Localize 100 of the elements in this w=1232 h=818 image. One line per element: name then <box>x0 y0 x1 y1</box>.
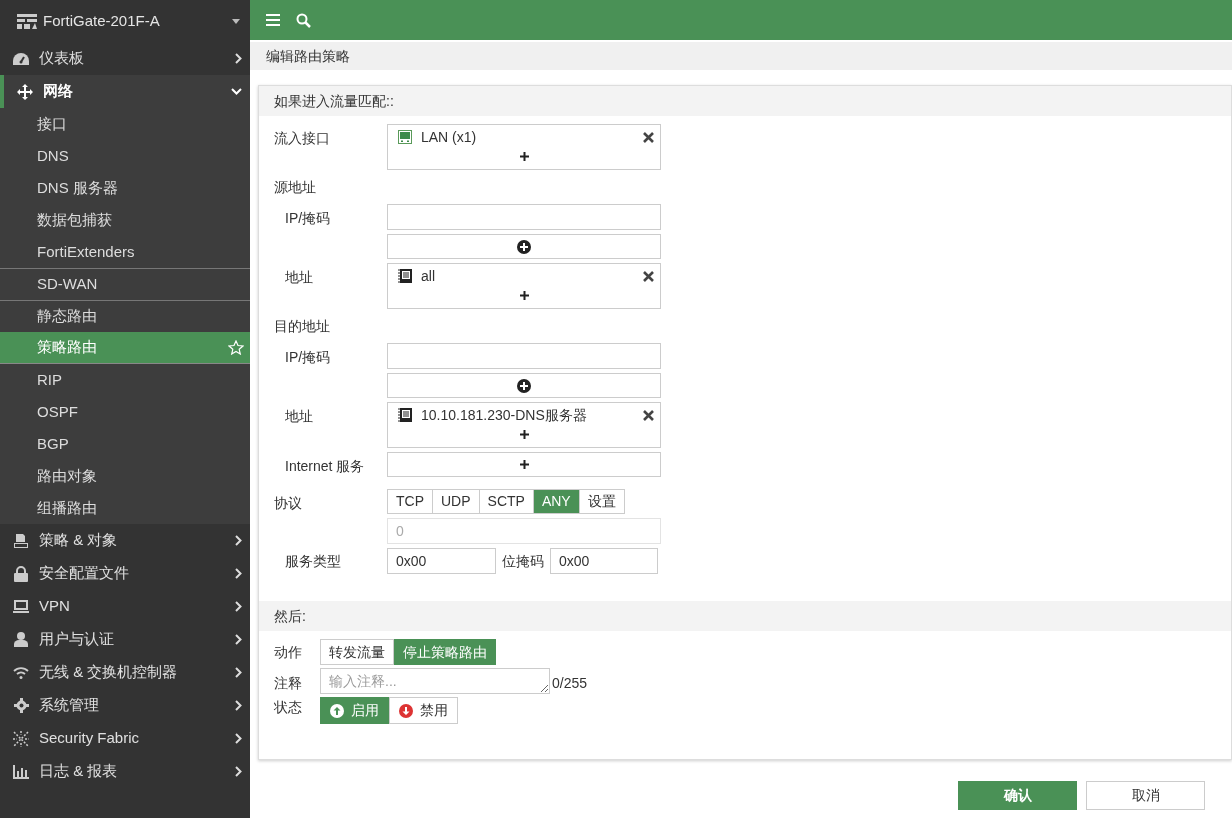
fabric-cross-icon <box>13 730 29 747</box>
plus-icon[interactable] <box>519 460 529 469</box>
policy-document-icon <box>14 533 28 548</box>
chevron-right-icon <box>235 53 242 64</box>
address-list-icon <box>398 269 412 283</box>
group-label: 目的地址 <box>274 316 330 336</box>
nav-item[interactable]: 用户与认证 <box>0 623 250 656</box>
field-label: IP/掩码 <box>284 348 332 367</box>
action-option[interactable]: 停止策略路由 <box>394 639 496 665</box>
chevron-right-icon <box>235 667 242 678</box>
chevron-right-icon <box>235 568 242 579</box>
protocol-tab[interactable]: SCTP <box>478 489 534 514</box>
page-title: 编辑路由策略 <box>250 42 1232 70</box>
chevron-right-icon <box>235 601 242 612</box>
nav-subitem[interactable]: 路由对象 <box>0 460 250 492</box>
arrow-up-circle-icon <box>330 703 344 718</box>
cancel-button[interactable]: 取消 <box>1086 781 1205 810</box>
field-label: 地址 <box>284 407 314 426</box>
protocol-tab[interactable]: TCP <box>387 489 433 514</box>
field-label: 地址 <box>284 268 314 287</box>
nav-subitem[interactable]: DNS <box>0 140 250 172</box>
section-heading: 然后: <box>259 601 1231 631</box>
nav-item[interactable]: Security Fabric <box>0 722 250 755</box>
nav-subitem[interactable]: 策略路由 <box>0 332 250 364</box>
move-arrows-icon <box>17 83 33 100</box>
action-option[interactable]: 转发流量 <box>320 639 394 665</box>
nav-subitem[interactable]: 组播路由 <box>0 492 250 524</box>
bar-chart-icon <box>13 764 29 779</box>
multi-select-field[interactable]: all <box>387 263 661 309</box>
menu-icon[interactable] <box>266 14 280 26</box>
nav-subitem[interactable]: RIP <box>0 364 250 396</box>
wifi-icon <box>13 666 29 679</box>
status-option[interactable]: 禁用 <box>389 697 458 724</box>
selected-entry: all <box>421 266 436 286</box>
chevron-down-icon <box>231 88 242 95</box>
nav-subitem[interactable]: OSPF <box>0 396 250 428</box>
selected-entry: LAN (x1) <box>421 127 478 147</box>
bit-mask-field[interactable]: 0x00 <box>550 548 658 574</box>
close-icon[interactable] <box>643 270 654 282</box>
close-icon[interactable] <box>643 409 654 421</box>
arrow-down-circle-icon <box>399 703 413 718</box>
firewall-icon <box>17 13 37 29</box>
group-label: 源地址 <box>274 177 316 197</box>
field-label: Internet 服务 <box>284 457 366 476</box>
protocol-tab[interactable]: UDP <box>432 489 480 514</box>
lock-icon <box>14 565 28 582</box>
field-label: IP/掩码 <box>284 209 332 228</box>
confirm-button[interactable]: 确认 <box>958 781 1077 810</box>
multi-select-field[interactable]: LAN (x1) <box>387 124 661 170</box>
device-selector[interactable]: FortiGate-201F-A <box>0 0 250 42</box>
nav-subitem[interactable]: FortiExtenders <box>0 236 250 268</box>
field-label: 协议 <box>274 494 303 513</box>
plus-icon[interactable] <box>519 430 529 439</box>
dropdown-caret-icon <box>232 18 240 24</box>
chevron-right-icon <box>235 700 242 711</box>
nav-item[interactable]: 系统管理 <box>0 689 250 722</box>
ip-mask-input[interactable] <box>387 204 661 230</box>
user-icon <box>14 632 28 647</box>
nav-subitem[interactable]: DNS 服务器 <box>0 172 250 204</box>
search-icon[interactable] <box>296 12 311 28</box>
address-list-icon <box>398 408 412 422</box>
protocol-tab[interactable]: 设置 <box>578 489 625 514</box>
nav-item[interactable]: 安全配置文件 <box>0 557 250 590</box>
selected-entry: 10.10.181.230-DNS服务器 <box>421 405 588 425</box>
comment-field[interactable]: 输入注释... <box>320 668 550 694</box>
plus-icon[interactable] <box>519 291 529 300</box>
protocol-tab[interactable]: ANY <box>532 489 580 514</box>
tos-field[interactable]: 0x00 <box>387 548 496 574</box>
field-label: 流入接口 <box>274 129 331 148</box>
nav-item[interactable]: 策略 & 对象 <box>0 524 250 557</box>
chevron-right-icon <box>235 634 242 645</box>
nav-item[interactable]: 仪表板 <box>0 42 250 75</box>
plus-icon[interactable] <box>519 152 529 161</box>
close-icon[interactable] <box>643 131 654 143</box>
plus-circle-icon[interactable] <box>517 378 531 393</box>
star-outline-icon[interactable] <box>228 340 244 355</box>
plus-circle-icon[interactable] <box>517 239 531 254</box>
nav-item[interactable]: 无线 & 交换机控制器 <box>0 656 250 689</box>
chevron-right-icon <box>235 766 242 777</box>
status-option[interactable]: 启用 <box>320 697 389 724</box>
character-counter: 0/255 <box>552 674 588 693</box>
laptop-icon <box>13 600 29 613</box>
chevron-right-icon <box>235 733 242 744</box>
field-label: 位掩码 <box>501 551 545 571</box>
network-port-icon <box>398 130 412 144</box>
ip-mask-input[interactable] <box>387 343 661 369</box>
chevron-right-icon <box>235 535 242 546</box>
field-label: 服务类型 <box>284 551 342 571</box>
nav-item[interactable]: 日志 & 报表 <box>0 755 250 788</box>
gear-icon <box>13 698 29 713</box>
section-heading: 如果进入流量匹配:: <box>259 86 1231 116</box>
nav-subitem[interactable]: BGP <box>0 428 250 460</box>
field-label: 状态 <box>274 698 303 717</box>
dashboard-gauge-icon <box>13 52 29 65</box>
nav-item[interactable]: VPN <box>0 590 250 623</box>
nav-subitem[interactable]: 数据包捕获 <box>0 204 250 236</box>
nav-item[interactable]: 网络 <box>0 75 250 108</box>
field-label: 注释 <box>274 674 303 693</box>
nav-subitem[interactable]: 接口 <box>0 108 250 140</box>
multi-select-field[interactable]: 10.10.181.230-DNS服务器 <box>387 402 661 448</box>
